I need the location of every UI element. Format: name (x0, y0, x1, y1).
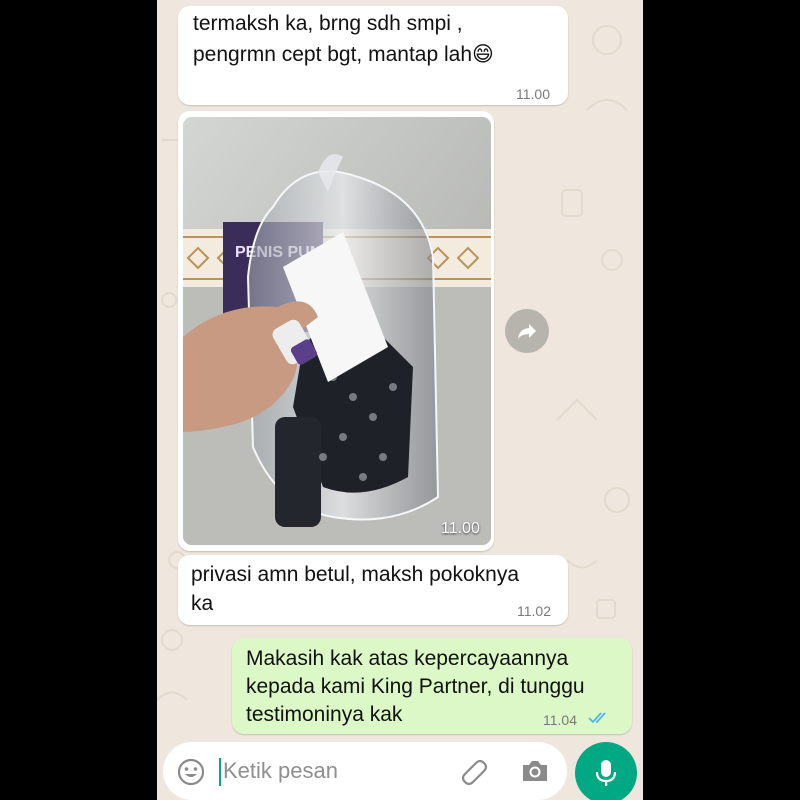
message-photo[interactable]: PENIS PUMP (183, 117, 491, 545)
message-text: termaksh ka, brng sdh smpi , pengrmn cep… (193, 12, 494, 66)
mic-button[interactable] (575, 742, 637, 800)
image-time: 11.00 (441, 520, 480, 537)
text-cursor (219, 758, 221, 786)
message-text: Makasih kak atas kepercayaannya kepada k… (246, 647, 585, 726)
message-time: 11.02 (517, 603, 551, 619)
attach-icon[interactable] (459, 756, 489, 786)
message-time: 11.04 (543, 712, 577, 728)
mic-icon (595, 760, 617, 786)
double-check-icon (588, 712, 606, 724)
emoji-icon[interactable] (176, 757, 206, 787)
message-time: 11.00 (516, 86, 550, 102)
camera-icon[interactable] (520, 757, 550, 785)
message-text: privasi amn betul, maksh pokoknya ka (191, 563, 519, 615)
forward-icon (518, 324, 536, 339)
message-input[interactable]: Ketik pesan (223, 758, 338, 784)
chat-screen: termaksh ka, brng sdh smpi , pengrmn cep… (157, 0, 643, 800)
forward-button[interactable] (505, 309, 549, 353)
